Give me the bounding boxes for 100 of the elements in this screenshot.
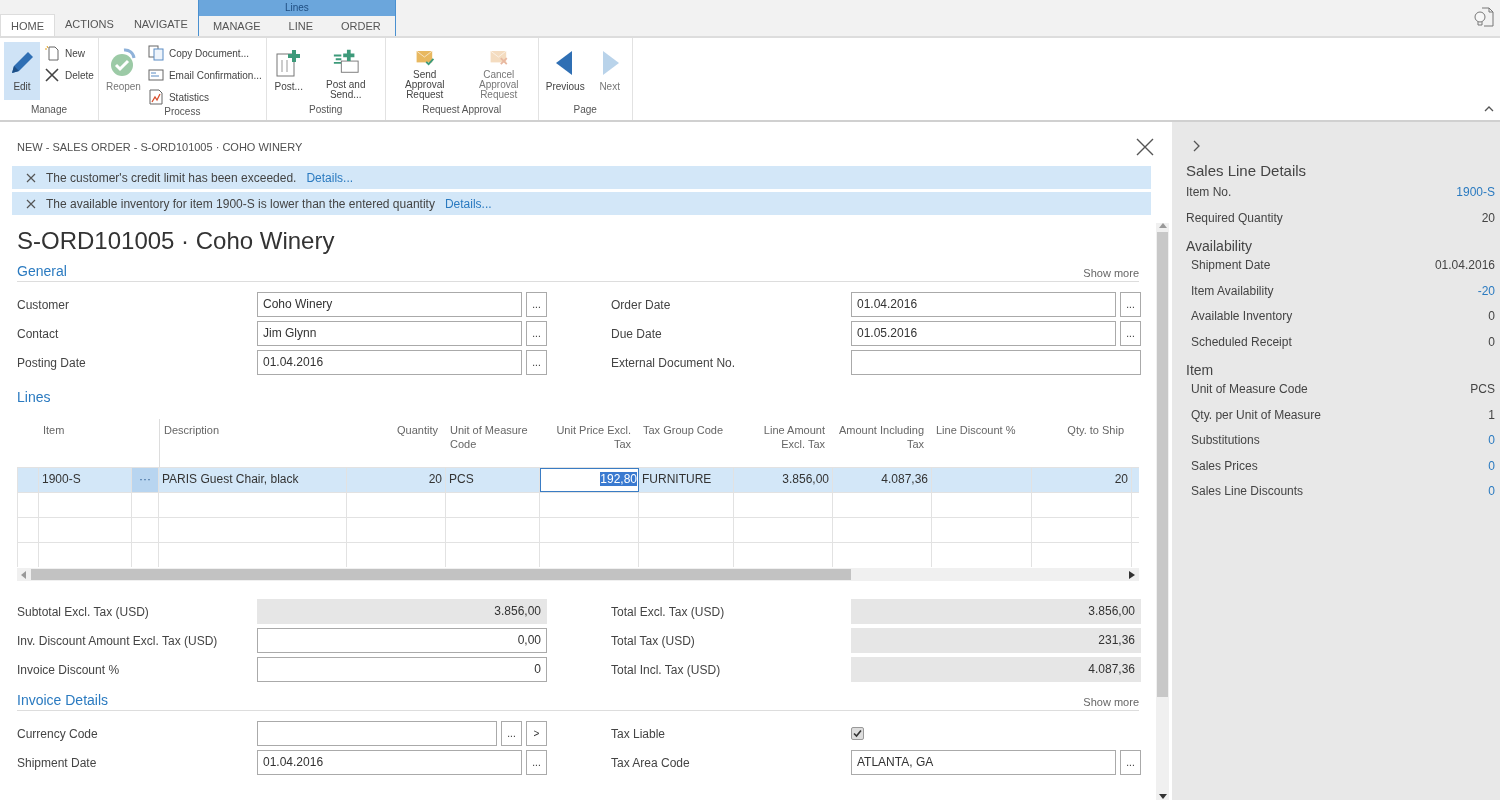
factbox-heading: Availability [1186,238,1253,254]
field-label: Subtotal Excl. Tax (USD) [17,604,150,619]
input-field[interactable]: Coho Winery [257,292,522,317]
lookup-button[interactable]: ... [526,350,547,375]
vertical-scrollbar[interactable] [1156,223,1169,800]
horizontal-scrollbar[interactable] [17,568,1139,581]
factbox-value: 0 [1488,309,1495,325]
factbox-title: Sales Line Details [1186,162,1308,179]
input-field[interactable]: 01.04.2016 [257,350,522,375]
column-header[interactable]: Line Amount Excl. Tax [734,419,833,467]
ribbon-button[interactable]: Edit [4,42,40,100]
show-more-link[interactable]: Show more [1083,267,1139,279]
notification-text: The customer's credit limit has been exceeded. [46,170,297,185]
column-header[interactable]: Quantity [347,419,446,467]
delete-icon [44,67,60,83]
ribbon-button[interactable]: Post and Send... [310,42,381,100]
lookup-button[interactable]: ... [1120,750,1141,775]
contextual-tab-group-title: Lines [198,0,395,16]
details-link[interactable]: Details... [306,170,354,185]
scroll-up-icon[interactable] [1158,223,1167,229]
chevron-up-icon[interactable] [1484,106,1494,112]
section-heading[interactable]: General [17,263,67,279]
ribbon-tab[interactable]: MANAGE [198,16,275,36]
chevron-right-icon[interactable] [1193,140,1201,152]
ribbon-button[interactable]: Previous [542,42,588,100]
column-header[interactable]: Unit of Measure Code [446,419,540,467]
factbox-link[interactable]: 0 [1488,484,1495,510]
close-icon[interactable] [1136,138,1154,156]
lookup-button[interactable]: ... [1120,292,1141,317]
factbox-link[interactable]: 0 [1488,458,1495,484]
factbox-link[interactable]: -20 [1477,283,1495,309]
field-label: Total Tax (USD) [611,633,696,648]
amount-field[interactable]: 0 [257,657,547,682]
factbox-link[interactable]: 1900-S [1456,185,1495,211]
factbox-label: Qty. per Unit of Measure [1191,407,1321,424]
ribbon-button[interactable]: Copy Document... [147,44,262,62]
ribbon-tab[interactable]: NAVIGATE [123,14,198,34]
ribbon-group-label: Posting [308,104,344,117]
column-header[interactable]: Qty. to Ship [1032,419,1132,467]
field-label: Due Date [611,326,663,341]
ribbon-tab[interactable]: HOME [0,14,55,36]
field-label: Tax Area Code [611,755,691,770]
input-field[interactable]: 01.05.2016 [851,321,1116,346]
column-header[interactable]: Unit Price Excl. Tax [540,419,639,467]
scroll-down-icon[interactable] [1158,794,1167,800]
field-label: Shipment Date [17,755,98,770]
column-header[interactable]: Tax Group Code [639,419,734,467]
input-field[interactable]: 01.04.2016 [851,292,1116,317]
ribbon-tab[interactable]: ORDER [327,16,395,36]
field-label: Order Date [611,297,672,312]
field-label: Currency Code [17,726,99,741]
column-header[interactable]: Amount Including Tax [833,419,932,467]
lookup-button[interactable]: ··· [132,468,159,492]
lightbulb-icon[interactable] [1474,6,1494,28]
notification-text: The available inventory for item 1900-S is lower than the entered quantity [46,196,435,211]
ribbon-tab[interactable]: ACTIONS [55,14,124,34]
ribbon-tab[interactable]: LINE [274,16,328,36]
scroll-right-icon[interactable] [1129,570,1135,579]
ribbon-button[interactable]: Email Confirmation... [147,66,262,84]
factbox-label: Unit of Measure Code [1191,382,1308,398]
input-field[interactable] [257,721,497,746]
section-heading[interactable]: Invoice Details [17,692,109,708]
ribbon-button[interactable]: Statistics [147,88,262,106]
ribbon-button[interactable]: New [44,44,94,62]
scroll-left-icon[interactable] [21,570,27,579]
lookup-button[interactable]: ... [501,721,522,746]
checkbox[interactable] [851,727,864,740]
input-field[interactable] [851,350,1141,375]
factbox-link[interactable]: 0 [1488,433,1495,459]
ribbon-button[interactable]: Post... [270,42,307,100]
lookup-button[interactable]: ... [526,750,547,775]
field-label: Inv. Discount Amount Excl. Tax (USD) [17,633,219,648]
table-cell: 4.087,36 [833,468,932,492]
close-icon[interactable] [26,198,36,209]
new-document-icon [44,45,60,61]
factbox-label: Item Availability [1191,283,1274,300]
lookup-button[interactable]: ... [526,292,547,317]
breadcrumb: NEW - SALES ORDER - S-ORD101005 · COHO WINERY [17,141,303,153]
show-more-link[interactable]: Show more [1083,696,1139,708]
input-field[interactable]: ATLANTA, GA [851,750,1116,775]
ribbon-button[interactable]: Send Approval Request [389,42,460,100]
copy-documents-icon [147,45,164,61]
input-field[interactable]: Jim Glynn [257,321,522,346]
table-cell-editor[interactable]: 192,80 [540,468,639,492]
lookup-button[interactable]: ... [526,321,547,346]
field-label: Total Incl. Tax (USD) [611,662,722,677]
lookup-button[interactable]: ... [1120,321,1141,346]
details-link[interactable]: Details... [444,196,492,211]
input-field[interactable]: 01.04.2016 [257,750,522,775]
table-row[interactable]: 1900-S ··· PARIS Guest Chair, black 20 PCS 192,80 FURNITURE 3.856,00 4.087,36 20 [17,467,1139,492]
section-heading[interactable]: Lines [17,389,51,405]
drilldown-button[interactable]: > [526,721,547,746]
ribbon-group-label: Page [572,104,598,117]
factbox-label: Item No. [1186,185,1232,201]
close-icon[interactable] [26,172,36,183]
field-label: Invoice Discount % [17,662,121,677]
column-header[interactable]: Item [39,419,132,467]
column-header[interactable]: Line Discount % [932,419,1032,467]
amount-field[interactable]: 0,00 [257,628,547,653]
ribbon-button[interactable]: Delete [44,66,94,84]
